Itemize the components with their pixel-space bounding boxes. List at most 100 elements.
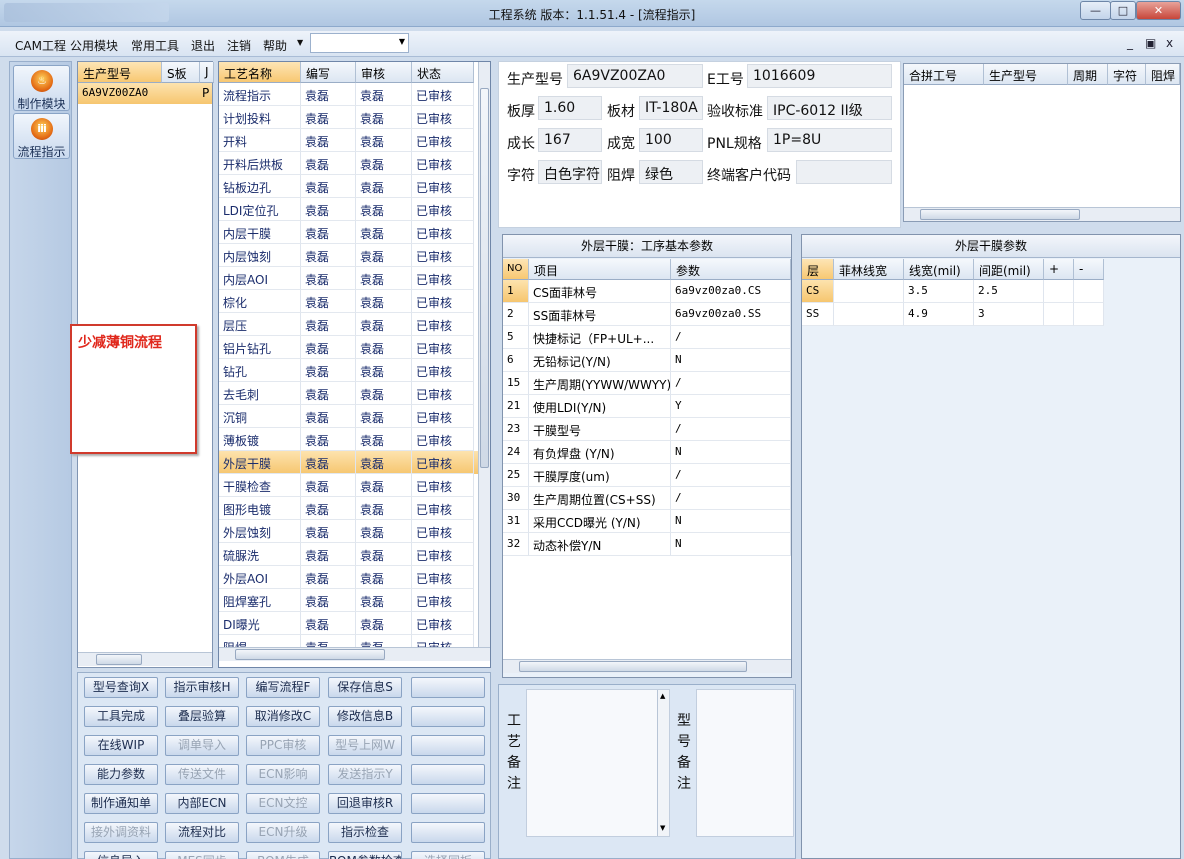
table-row[interactable]: 层压 袁磊 袁磊 已审核	[219, 313, 478, 336]
params-value-header[interactable]: 参数	[671, 259, 791, 280]
table-row[interactable]: 开料后烘板 袁磊 袁磊 已审核	[219, 152, 478, 175]
table-row[interactable]: 阻焊塞孔 袁磊 袁磊 已审核	[219, 589, 478, 612]
process-name-header[interactable]: 工艺名称	[219, 62, 301, 83]
action-button[interactable]: ECN文控	[246, 793, 320, 814]
menu-tools[interactable]: 常用工具	[131, 37, 179, 54]
table-row[interactable]: 30 生产周期位置(CS+SS) /	[503, 487, 791, 510]
maximize-button[interactable]: □	[1110, 1, 1136, 20]
film-header[interactable]: 线宽(mil)	[904, 259, 974, 280]
params-no-header[interactable]: NO	[503, 259, 529, 280]
scroll-down-icon[interactable]: ▼	[660, 824, 665, 832]
table-row[interactable]: 1 CS面菲林号 6a9vz00za0.CS	[503, 280, 791, 303]
remark-vscroll[interactable]: ▲ ▼	[657, 690, 669, 836]
action-button[interactable]: 指示检查	[328, 822, 402, 843]
table-row[interactable]: DI曝光 袁磊 袁磊 已审核	[219, 612, 478, 635]
action-button[interactable]	[411, 822, 485, 843]
action-button[interactable]: 内部ECN	[165, 793, 239, 814]
mdi-close-button[interactable]: x	[1166, 36, 1173, 50]
action-button[interactable]: 调单导入	[165, 735, 239, 756]
params-hscroll[interactable]	[503, 659, 791, 673]
table-row[interactable]: 内层AOI 袁磊 袁磊 已审核	[219, 267, 478, 290]
mdi-minimize-button[interactable]: _	[1127, 36, 1133, 50]
action-button[interactable]: 发送指示Y	[328, 764, 402, 785]
table-row[interactable]: 硫脲洗 袁磊 袁磊 已审核	[219, 543, 478, 566]
action-button[interactable]: 编写流程F	[246, 677, 320, 698]
table-row[interactable]: 流程指示 袁磊 袁磊 已审核	[219, 83, 478, 106]
table-row[interactable]: LDI定位孔 袁磊 袁磊 已审核	[219, 198, 478, 221]
table-row[interactable]: 铝片钻孔 袁磊 袁磊 已审核	[219, 336, 478, 359]
menu-help[interactable]: 帮助	[263, 37, 287, 54]
minimize-button[interactable]: —	[1080, 1, 1111, 20]
action-button[interactable]: ECN影响	[246, 764, 320, 785]
action-button[interactable]: 能力参数	[84, 764, 158, 785]
table-row[interactable]: CS 3.5 2.5	[802, 280, 1104, 303]
table-row[interactable]: SS 4.9 3	[802, 303, 1104, 326]
table-row[interactable]: 钻孔 袁磊 袁磊 已审核	[219, 359, 478, 382]
action-button[interactable]: 取消修改C	[246, 706, 320, 727]
film-header[interactable]: +	[1044, 259, 1074, 280]
action-button[interactable]: 在线WIP	[84, 735, 158, 756]
table-row[interactable]: 棕化 袁磊 袁磊 已审核	[219, 290, 478, 313]
scroll-thumb[interactable]	[96, 654, 142, 665]
film-header[interactable]: 菲林线宽	[834, 259, 904, 280]
action-button[interactable]: 接外调资料	[84, 822, 158, 843]
action-button[interactable]: 信息导入	[84, 851, 158, 859]
table-row[interactable]: 外层AOI 袁磊 袁磊 已审核	[219, 566, 478, 589]
table-row[interactable]: 干膜检查 袁磊 袁磊 已审核	[219, 474, 478, 497]
table-row[interactable]: 5 快捷标记（FP+UL+... /	[503, 326, 791, 349]
combined-no-header[interactable]: 合拼工号	[904, 64, 984, 85]
table-row[interactable]: 阻焊袁磊袁磊已审核	[219, 635, 478, 647]
action-button[interactable]: 传送文件	[165, 764, 239, 785]
table-row[interactable]: 6 无铅标记(Y/N) N	[503, 349, 791, 372]
model-list-hscroll[interactable]	[78, 652, 212, 666]
combined-char-header[interactable]: 字符	[1108, 64, 1146, 85]
table-row[interactable]: 31 采用CCD曝光 (Y/N) N	[503, 510, 791, 533]
action-button[interactable]	[411, 677, 485, 698]
table-row[interactable]: 23 干膜型号 /	[503, 418, 791, 441]
menu-cam[interactable]: CAM工程	[15, 37, 66, 54]
combined-cycle-header[interactable]: 周期	[1068, 64, 1108, 85]
action-button[interactable]	[411, 764, 485, 785]
table-row[interactable]: 外层干膜 袁磊 袁磊 已审核	[219, 451, 478, 474]
make-module-button[interactable]: ♨ 制作模块	[13, 65, 70, 111]
table-row[interactable]: 去毛刺 袁磊 袁磊 已审核	[219, 382, 478, 405]
table-row[interactable]: 计划投料 袁磊 袁磊 已审核	[219, 106, 478, 129]
table-row[interactable]: 沉铜 袁磊 袁磊 已审核	[219, 405, 478, 428]
combined-model-header[interactable]: 生产型号	[984, 64, 1068, 85]
action-button[interactable]: 制作通知单	[84, 793, 158, 814]
table-row[interactable]: 图形电镀 袁磊 袁磊 已审核	[219, 497, 478, 520]
model-remark-textarea[interactable]	[696, 689, 794, 837]
sboard-col-header[interactable]: S板	[162, 62, 200, 83]
scroll-thumb[interactable]	[480, 88, 489, 468]
table-row[interactable]: 25 干膜厚度(um) /	[503, 464, 791, 487]
table-row[interactable]: 内层干膜 袁磊 袁磊 已审核	[219, 221, 478, 244]
film-header[interactable]: -	[1074, 259, 1104, 280]
process-vscroll[interactable]	[478, 62, 490, 647]
combined-mask-header[interactable]: 阻焊	[1146, 64, 1180, 85]
process-hscroll[interactable]	[219, 647, 490, 661]
film-header[interactable]: 间距(mil)	[974, 259, 1044, 280]
writer-header[interactable]: 编写	[301, 62, 356, 83]
action-button[interactable]: 选择同板	[411, 851, 485, 859]
chevron-down-icon[interactable]: ▼	[399, 37, 405, 46]
menu-logout[interactable]: 注销	[227, 37, 251, 54]
scroll-thumb[interactable]	[920, 209, 1080, 220]
reviewer-header[interactable]: 审核	[356, 62, 412, 83]
table-row[interactable]: 21 使用LDI(Y/N) Y	[503, 395, 791, 418]
table-row[interactable]: 24 有负焊盘 (Y/N) N	[503, 441, 791, 464]
mdi-restore-button[interactable]: ▣	[1145, 36, 1156, 50]
scroll-thumb[interactable]	[235, 649, 385, 660]
menu-combo-box[interactable]: ▼	[310, 33, 409, 53]
menu-exit[interactable]: 退出	[191, 37, 215, 54]
action-button[interactable]	[411, 706, 485, 727]
table-row[interactable]: 32 动态补偿Y/N N	[503, 533, 791, 556]
action-button[interactable]	[411, 735, 485, 756]
table-row[interactable]: 内层蚀刻 袁磊 袁磊 已审核	[219, 244, 478, 267]
action-button[interactable]: 保存信息S	[328, 677, 402, 698]
action-button[interactable]: 指示审核H	[165, 677, 239, 698]
process-remark-textarea[interactable]: ▲ ▼	[526, 689, 670, 837]
combined-hscroll[interactable]	[904, 207, 1180, 221]
status-header[interactable]: 状态	[412, 62, 474, 83]
action-button[interactable]: 流程对比	[165, 822, 239, 843]
action-button[interactable]: ECN升级	[246, 822, 320, 843]
